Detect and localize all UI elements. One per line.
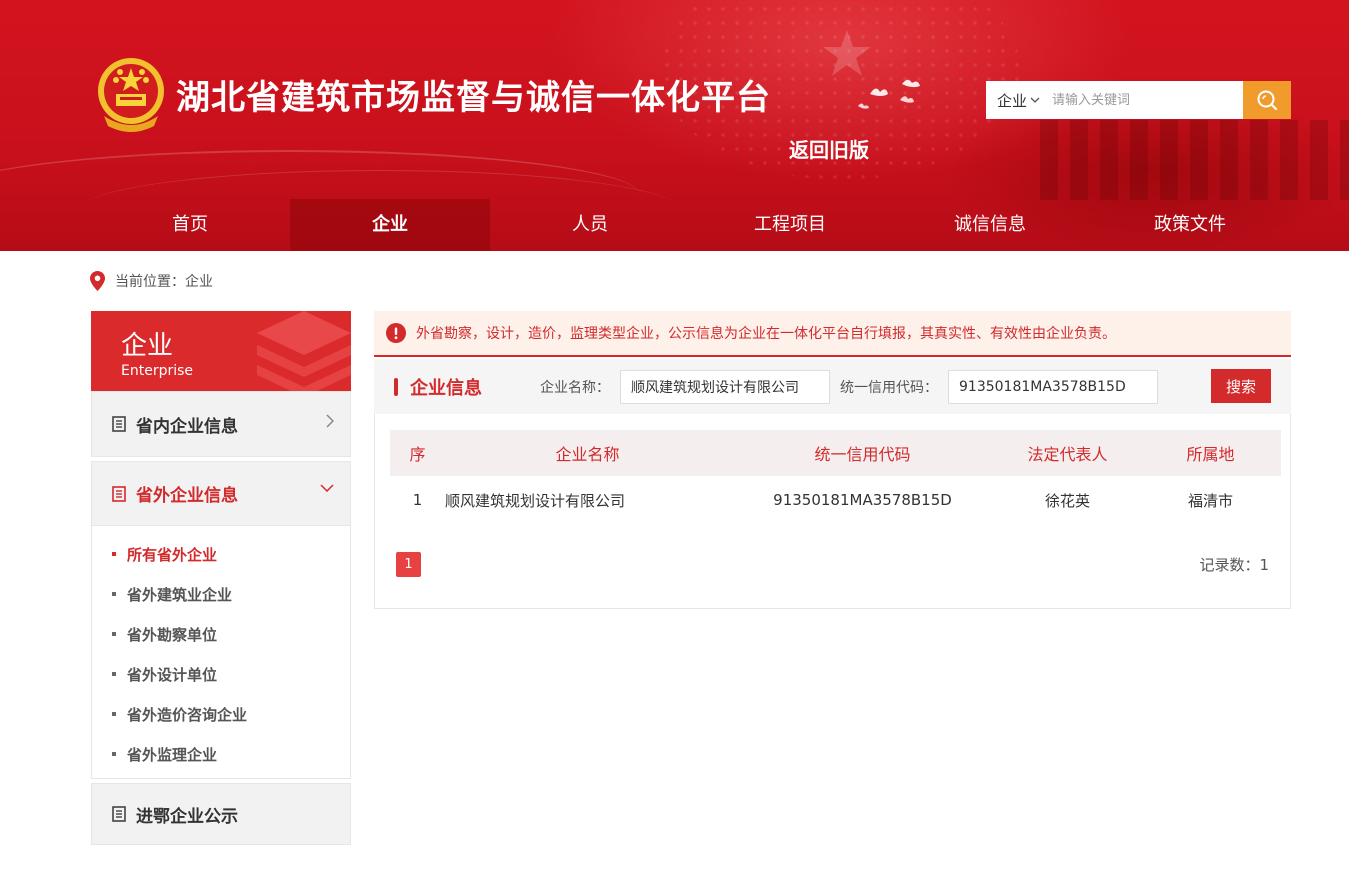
table-row[interactable]: 1 顺风建筑规划设计有限公司 91350181MA3578B15D 徐花英 福清… <box>390 476 1281 524</box>
sidebar-item-construction[interactable]: 省外建筑业企业 <box>92 574 350 614</box>
sidebar-header: 企业 Enterprise <box>91 311 351 391</box>
chevron-down-icon <box>320 484 334 492</box>
cell-legal-rep: 徐花英 <box>1044 491 1090 510</box>
record-count: 记录数：1 <box>1199 556 1269 574</box>
bullet-icon <box>112 752 116 756</box>
sidebar-group-enter-hubei[interactable]: 进鄂企业公示 <box>92 784 350 844</box>
site-title: 湖北省建筑市场监督与诚信一体化平台 <box>176 78 771 118</box>
search-button[interactable] <box>1243 81 1291 119</box>
sidebar-item-survey[interactable]: 省外勘察单位 <box>92 614 350 654</box>
bullet-icon <box>112 632 116 636</box>
sidebar-group-block: 省内企业信息 <box>91 391 351 457</box>
credit-code-input[interactable] <box>948 369 1158 404</box>
search-icon <box>1257 90 1278 111</box>
breadcrumb-current[interactable]: 企业 <box>185 271 213 291</box>
sidebar-group-label: 省外企业信息 <box>136 486 238 506</box>
bullet-icon <box>112 672 116 676</box>
header-decoration-buildings <box>1040 120 1349 200</box>
sidebar-item-cost-consulting[interactable]: 省外造价咨询企业 <box>92 694 350 734</box>
breadcrumb: 当前位置： 企业 <box>90 270 213 292</box>
star-decoration-icon <box>823 30 871 76</box>
header-search: 企业 <box>986 81 1291 119</box>
column-header-name: 企业名称 <box>445 430 730 476</box>
enterprise-table: 序 企业名称 统一信用代码 法定代表人 所属地 1 顺风建筑规划设计有限公司 9… <box>390 430 1281 524</box>
bullet-icon <box>112 592 116 596</box>
search-input[interactable] <box>1046 81 1243 119</box>
column-header-legal-rep: 法定代表人 <box>995 430 1140 476</box>
sidebar-group-in-province[interactable]: 省内企业信息 <box>92 392 350 456</box>
filter-bar: 企业信息 企业名称： 统一信用代码： 搜索 <box>374 359 1291 414</box>
column-header-seq: 序 <box>390 430 445 476</box>
cell-area: 福清市 <box>1187 491 1233 510</box>
sidebar-item-label: 省外建筑业企业 <box>127 585 233 604</box>
nav-item-policy[interactable]: 政策文件 <box>1090 199 1290 251</box>
main-nav: 首页 企业 人员 工程项目 诚信信息 政策文件 <box>90 199 1290 251</box>
nav-item-credit[interactable]: 诚信信息 <box>890 199 1090 251</box>
search-submit-button[interactable]: 搜索 <box>1211 369 1271 403</box>
sidebar-group-label: 省内企业信息 <box>136 416 238 437</box>
sidebar: 企业 Enterprise 省内企业信息 省外企业信息 所有省外企业 省外建筑业… <box>91 311 351 845</box>
credit-code-label: 统一信用代码： <box>840 379 938 396</box>
document-icon <box>112 416 126 432</box>
sidebar-item-all-out-province[interactable]: 所有省外企业 <box>92 534 350 574</box>
table-header-row: 序 企业名称 统一信用代码 法定代表人 所属地 <box>390 430 1281 476</box>
site-header: 湖北省建筑市场监督与诚信一体化平台 返回旧版 企业 首页 企业 人员 工程项目 … <box>0 0 1349 251</box>
bullet-icon <box>112 552 116 556</box>
chevron-right-icon <box>326 414 334 428</box>
enterprise-name-input[interactable] <box>620 369 830 404</box>
sidebar-item-label: 省外监理企业 <box>127 745 218 764</box>
sidebar-item-label: 省外勘察单位 <box>127 625 218 644</box>
sidebar-title: 企业 <box>121 331 174 361</box>
location-pin-icon <box>90 271 105 291</box>
sidebar-item-label: 省外设计单位 <box>127 665 218 684</box>
column-header-area: 所属地 <box>1140 430 1281 476</box>
cell-enterprise-name[interactable]: 顺风建筑规划设计有限公司 <box>445 476 730 524</box>
sidebar-group-label: 进鄂企业公示 <box>136 806 238 827</box>
sidebar-group-block: 省外企业信息 所有省外企业 省外建筑业企业 省外勘察单位 省外设计单位 省外造价… <box>91 461 351 779</box>
chevron-down-icon <box>1030 97 1040 103</box>
document-icon <box>112 806 126 822</box>
bullet-icon <box>112 712 116 716</box>
notice-text: 外省勘察，设计，造价，监理类型企业，公示信息为企业在一体化平台自行填报，其真实性… <box>416 326 1116 342</box>
doves-decoration-icon <box>858 79 920 109</box>
national-emblem-icon <box>98 58 164 132</box>
breadcrumb-prefix: 当前位置： <box>115 274 185 290</box>
sidebar-item-label: 省外造价咨询企业 <box>127 705 248 724</box>
layers-icon <box>257 311 351 391</box>
return-old-version-link[interactable]: 返回旧版 <box>789 134 869 163</box>
nav-item-home[interactable]: 首页 <box>90 199 290 251</box>
document-icon <box>112 485 126 502</box>
sidebar-sub-list: 所有省外企业 省外建筑业企业 省外勘察单位 省外设计单位 省外造价咨询企业 省外… <box>92 526 350 778</box>
title-accent-bar <box>394 377 398 396</box>
section-title: 企业信息 <box>394 374 540 400</box>
search-type-select[interactable]: 企业 <box>986 90 1046 111</box>
notice-banner: 外省勘察，设计，造价，监理类型企业，公示信息为企业在一体化平台自行填报，其真实性… <box>374 311 1291 357</box>
alert-icon <box>386 323 406 343</box>
pagination-page-button[interactable]: 1 <box>396 552 421 577</box>
nav-item-projects[interactable]: 工程项目 <box>690 199 890 251</box>
cell-credit-code: 91350181MA3578B15D <box>773 491 952 509</box>
search-type-value: 企业 <box>997 91 1028 110</box>
sidebar-item-label: 所有省外企业 <box>127 545 218 564</box>
sidebar-group-out-province[interactable]: 省外企业信息 <box>92 462 350 526</box>
nav-item-personnel[interactable]: 人员 <box>490 199 690 251</box>
column-header-credit-code: 统一信用代码 <box>730 430 995 476</box>
cell-seq: 1 <box>412 491 423 509</box>
enterprise-name-label: 企业名称： <box>540 379 610 396</box>
sidebar-group-block: 进鄂企业公示 <box>91 783 351 845</box>
result-panel: 序 企业名称 统一信用代码 法定代表人 所属地 1 顺风建筑规划设计有限公司 9… <box>374 414 1291 609</box>
section-title-text: 企业信息 <box>410 377 482 399</box>
sidebar-item-supervision[interactable]: 省外监理企业 <box>92 734 350 774</box>
sidebar-item-design[interactable]: 省外设计单位 <box>92 654 350 694</box>
nav-item-enterprise[interactable]: 企业 <box>290 199 490 251</box>
sidebar-subtitle: Enterprise <box>121 363 194 379</box>
